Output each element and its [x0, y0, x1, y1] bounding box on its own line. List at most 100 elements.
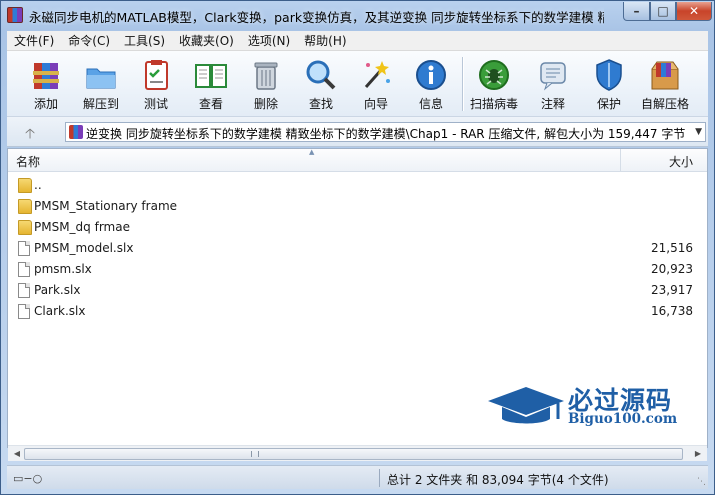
up-arrow-icon[interactable]: 🡡: [21, 123, 39, 142]
wizard-button[interactable]: 向导: [352, 57, 400, 113]
list-item[interactable]: ..: [8, 175, 707, 196]
shield-icon: [596, 59, 622, 91]
folder-icon: [18, 199, 32, 214]
close-button[interactable]: ✕: [676, 2, 712, 21]
address-row: 🡡 逆变换 同步旋转坐标系下的数学建模 精致坐标下的数学建模\Chap1 - R…: [7, 117, 708, 147]
file-name: PMSM_dq frmae: [34, 220, 130, 234]
file-name: pmsm.slx: [34, 262, 92, 276]
list-item[interactable]: Clark.slx 16,738: [8, 301, 707, 322]
file-size: 21,516: [651, 241, 693, 255]
wizard-wand-icon: [364, 61, 390, 88]
protect-label: 保护: [596, 97, 621, 111]
file-rows: .. PMSM_Stationary frame PMSM_dq frmae P…: [8, 175, 707, 322]
file-size: 16,738: [651, 304, 693, 318]
file-size: 23,917: [651, 283, 693, 297]
watermark: 必过源码 Biguo100.com: [486, 381, 696, 431]
status-separator: [379, 469, 380, 487]
rar-window: 永磁同步电机的MATLAB模型，Clark变换，park变换仿真，及其逆变换 同…: [0, 0, 715, 495]
address-path: 逆变换 同步旋转坐标系下的数学建模 精致坐标下的数学建模\Chap1 - RAR…: [86, 127, 686, 141]
magnifier-icon: [306, 60, 336, 90]
toolbar: 添加 解压到 测试 查看 删除 查找 向导 信息 扫描病毒 注释 保护 自解压格: [7, 51, 708, 117]
delete-button[interactable]: 删除: [242, 57, 290, 113]
file-name: PMSM_Stationary frame: [34, 199, 178, 213]
extract-to-button[interactable]: 解压到: [77, 57, 125, 113]
virus-scan-icon: [479, 60, 509, 90]
protect-button[interactable]: 保护: [585, 57, 633, 113]
list-item[interactable]: pmsm.slx 20,923: [8, 259, 707, 280]
menu-favorites[interactable]: 收藏夹(O): [172, 32, 241, 50]
file-icon: [18, 262, 30, 277]
menu-options[interactable]: 选项(N): [241, 32, 297, 50]
find-label: 查找: [308, 97, 333, 111]
menu-file[interactable]: 文件(F): [7, 32, 61, 50]
test-label: 测试: [143, 97, 168, 111]
find-button[interactable]: 查找: [297, 57, 345, 113]
file-size: 20,923: [651, 262, 693, 276]
title-bar[interactable]: 永磁同步电机的MATLAB模型，Clark变换，park变换仿真，及其逆变换 同…: [1, 1, 714, 31]
file-name: Clark.slx: [34, 304, 86, 318]
menu-command[interactable]: 命令(C): [61, 32, 117, 50]
test-button[interactable]: 测试: [132, 57, 180, 113]
folder-icon: [18, 178, 32, 193]
winrar-app-icon[interactable]: [7, 7, 23, 23]
sfx-box-icon: [651, 61, 679, 90]
info-icon: [416, 60, 446, 90]
window-title: 永磁同步电机的MATLAB模型，Clark变换，park变换仿真，及其逆变换 同…: [29, 10, 604, 25]
comment-icon: [540, 62, 566, 91]
comment-label: 注释: [540, 97, 565, 111]
info-label: 信息: [418, 97, 443, 111]
menu-tools[interactable]: 工具(S): [117, 32, 172, 50]
sort-arrow-icon: ▲: [309, 148, 315, 156]
file-name: ..: [34, 178, 42, 192]
column-name[interactable]: 名称: [16, 153, 40, 170]
chevron-down-icon[interactable]: ▼: [695, 127, 702, 137]
toolbar-separator: [462, 57, 463, 111]
archive-icon: [69, 125, 83, 139]
column-divider[interactable]: [620, 149, 621, 171]
horizontal-scrollbar[interactable]: ◀ ▶: [8, 445, 707, 461]
virus-scan-button[interactable]: 扫描病毒: [470, 57, 518, 113]
file-icon: [18, 283, 30, 298]
menu-help[interactable]: 帮助(H): [297, 32, 353, 50]
view-button[interactable]: 查看: [187, 57, 235, 113]
view-label: 查看: [198, 97, 223, 111]
test-icon: [145, 60, 168, 90]
delete-label: 删除: [253, 97, 278, 111]
watermark-url: Biguo100.com: [568, 411, 678, 427]
scrollbar-thumb[interactable]: [24, 448, 683, 460]
list-item[interactable]: PMSM_model.slx 21,516: [8, 238, 707, 259]
file-name: PMSM_model.slx: [34, 241, 134, 255]
trash-icon: [254, 62, 278, 90]
scroll-right-icon[interactable]: ▶: [691, 448, 705, 460]
sfx-button[interactable]: 自解压格: [641, 57, 689, 113]
sfx-label: 自解压格: [641, 97, 690, 111]
folder-icon: [18, 220, 32, 235]
resize-grip-icon[interactable]: ⋱: [697, 477, 706, 487]
add-label: 添加: [33, 97, 58, 111]
list-item[interactable]: PMSM_Stationary frame: [8, 196, 707, 217]
list-item[interactable]: PMSM_dq frmae: [8, 217, 707, 238]
status-bar: ▭−○ 总计 2 文件夹 和 83,094 字节(4 个文件) ⋱: [7, 465, 708, 489]
comment-button[interactable]: 注释: [529, 57, 577, 113]
file-icon: [18, 304, 30, 319]
file-icon: [18, 241, 30, 256]
maximize-button[interactable]: □: [650, 2, 676, 21]
minimize-button[interactable]: –: [623, 2, 650, 21]
address-bar[interactable]: 逆变换 同步旋转坐标系下的数学建模 精致坐标下的数学建模\Chap1 - RAR…: [65, 122, 706, 142]
graduation-cap-icon: [488, 387, 564, 424]
column-header: 名称 ▲ 大小: [8, 148, 707, 172]
file-name: Park.slx: [34, 283, 81, 297]
column-size[interactable]: 大小: [669, 153, 693, 170]
grip-icon: [251, 451, 259, 457]
add-archive-icon: [33, 63, 59, 89]
virus-scan-label: 扫描病毒: [470, 97, 519, 111]
view-book-icon: [195, 64, 227, 88]
add-button[interactable]: 添加: [22, 57, 70, 113]
menu-bar: 文件(F) 命令(C) 工具(S) 收藏夹(O) 选项(N) 帮助(H): [7, 31, 708, 51]
list-item[interactable]: Park.slx 23,917: [8, 280, 707, 301]
status-summary: 总计 2 文件夹 和 83,094 字节(4 个文件): [387, 473, 609, 487]
wizard-label: 向导: [363, 97, 388, 111]
drive-key-icon[interactable]: ▭−○: [13, 472, 42, 485]
scroll-left-icon[interactable]: ◀: [10, 448, 24, 460]
info-button[interactable]: 信息: [407, 57, 455, 113]
